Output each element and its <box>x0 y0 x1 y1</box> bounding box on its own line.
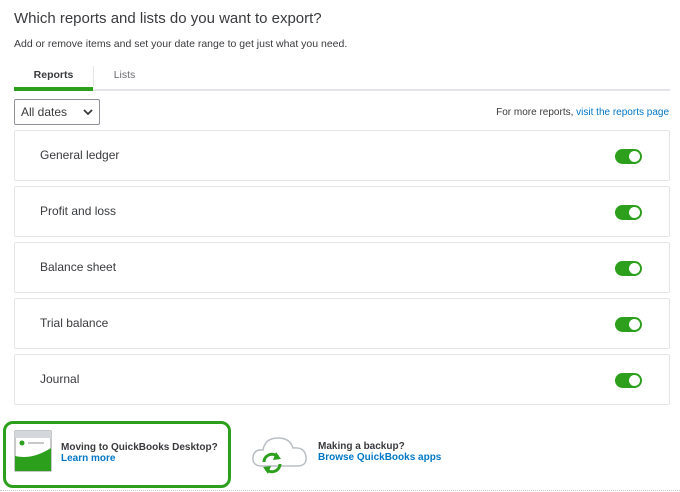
report-row-general-ledger: General ledger <box>14 130 670 181</box>
report-row-profit-and-loss: Profit and loss <box>14 186 670 237</box>
toggle-knob <box>629 207 640 218</box>
page-title: Which reports and lists do you want to e… <box>14 10 322 27</box>
backup-promo-text: Making a backup? Browse QuickBooks apps <box>318 441 441 463</box>
report-label: Balance sheet <box>40 260 117 274</box>
reports-page-link[interactable]: visit the reports page <box>576 107 669 118</box>
desktop-promo: Moving to QuickBooks Desktop? Learn more <box>3 421 231 488</box>
learn-more-link[interactable]: Learn more <box>61 453 218 464</box>
report-list: General ledger Profit and loss Balance s… <box>14 130 670 410</box>
page-subtitle: Add or remove items and set your date ra… <box>14 38 348 50</box>
browse-apps-link[interactable]: Browse QuickBooks apps <box>318 452 441 463</box>
report-label: Journal <box>40 372 80 386</box>
desktop-promo-text: Moving to QuickBooks Desktop? Learn more <box>61 442 218 464</box>
more-reports-note: For more reports, visit the reports page <box>496 107 669 118</box>
cloud-sync-icon <box>252 437 307 474</box>
balance-sheet-toggle[interactable] <box>615 261 642 276</box>
trial-balance-toggle[interactable] <box>615 317 642 332</box>
desktop-window-icon <box>14 430 52 472</box>
report-row-journal: Journal <box>14 354 670 405</box>
report-row-trial-balance: Trial balance <box>14 298 670 349</box>
date-range-value: All dates <box>21 105 68 119</box>
report-label: General ledger <box>40 148 120 162</box>
tab-lists[interactable]: Lists <box>93 66 155 86</box>
toggle-knob <box>629 263 640 274</box>
backup-promo-title: Making a backup? <box>318 441 405 452</box>
date-range-select[interactable]: All dates <box>14 99 100 125</box>
report-label: Profit and loss <box>40 204 117 218</box>
desktop-promo-title: Moving to QuickBooks Desktop? <box>61 442 218 453</box>
general-ledger-toggle[interactable] <box>615 149 642 164</box>
chevron-down-icon <box>83 109 93 116</box>
toggle-knob <box>629 319 640 330</box>
more-reports-text: For more reports, <box>496 107 577 118</box>
journal-toggle[interactable] <box>615 373 642 388</box>
toggle-knob <box>629 151 640 162</box>
tab-bar: Reports Lists <box>14 64 670 91</box>
tab-reports[interactable]: Reports <box>14 64 93 91</box>
report-row-balance-sheet: Balance sheet <box>14 242 670 293</box>
toggle-knob <box>629 375 640 386</box>
report-label: Trial balance <box>40 316 109 330</box>
profit-and-loss-toggle[interactable] <box>615 205 642 220</box>
backup-promo: Making a backup? Browse QuickBooks apps <box>250 430 510 480</box>
